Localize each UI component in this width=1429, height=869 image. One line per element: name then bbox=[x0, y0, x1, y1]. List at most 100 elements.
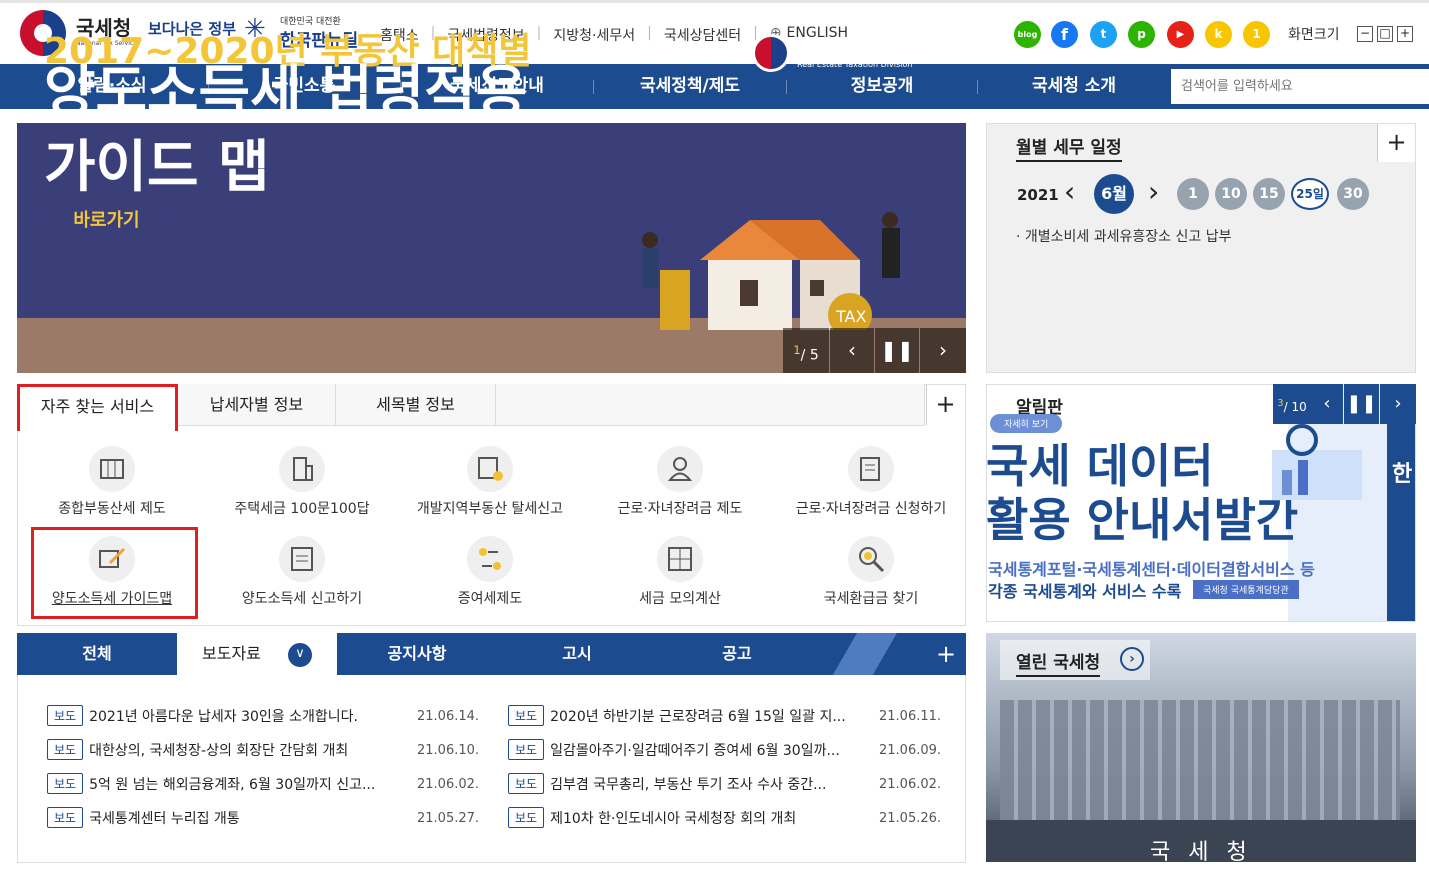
search-input[interactable] bbox=[1171, 69, 1429, 104]
news-title: 제10차 한·인도네시아 국세청장 회의 개최 bbox=[550, 810, 797, 827]
one-icon[interactable]: 1 bbox=[1243, 21, 1270, 48]
building-sign: 국세청 bbox=[1150, 840, 1265, 865]
banner-next-button[interactable]: › bbox=[920, 328, 966, 373]
banner-line2: 양도소득세 법령적용 bbox=[44, 60, 528, 125]
press-badge: 보도 bbox=[508, 705, 545, 726]
press-badge: 보도 bbox=[47, 705, 84, 726]
schedule-day[interactable]: 30 bbox=[1337, 178, 1369, 210]
board-sub-tag: 국세청 국세통계담당관 bbox=[1193, 580, 1299, 599]
news-title: 2021년 아름다운 납세자 30인을 소개합니다. bbox=[89, 708, 358, 725]
news-row[interactable]: 보도 5억 원 넘는 해외금융계좌, 6월 30일까지 신고... bbox=[47, 773, 407, 794]
board-next-button[interactable]: › bbox=[1380, 384, 1416, 424]
schedule-day[interactable]: 15 bbox=[1253, 178, 1285, 210]
service-tax-simulation[interactable]: 세금 모의계산 bbox=[585, 536, 775, 608]
banner-page-indicator: 1/ 5 bbox=[783, 328, 829, 373]
news-more-button[interactable]: + bbox=[926, 633, 966, 675]
schedule-month[interactable]: 6월 bbox=[1094, 174, 1134, 214]
nav-policy[interactable]: 국세정책/제도 bbox=[594, 64, 786, 109]
board-prev-button[interactable]: ‹ bbox=[1311, 384, 1343, 424]
news-row[interactable]: 보도 국세통계센터 누리집 개통 bbox=[47, 807, 407, 828]
open-title[interactable]: 열린 국세청 bbox=[1016, 648, 1101, 677]
board-sub1: 국세통계포털·국세통계센터·데이터결합서비스 등 bbox=[988, 560, 1315, 579]
news-row[interactable]: 보도 2020년 하반기분 근로장려금 6월 15일 일괄 지... bbox=[508, 705, 868, 726]
board-tag[interactable]: 자세히 보기 bbox=[990, 414, 1063, 433]
kakao-icon[interactable]: k bbox=[1205, 21, 1232, 48]
schedule-day-selected[interactable]: 25일 bbox=[1291, 178, 1329, 210]
schedule-day[interactable]: 1 bbox=[1177, 178, 1209, 210]
blog-icon[interactable]: blog bbox=[1014, 21, 1041, 48]
news-row[interactable]: 보도 2021년 아름다운 납세자 30인을 소개합니다. bbox=[47, 705, 467, 726]
news-title: 2020년 하반기분 근로장려금 6월 15일 일괄 지... bbox=[550, 708, 846, 725]
data-illustration-icon bbox=[1272, 424, 1362, 500]
news-tab-all[interactable]: 전체 bbox=[17, 633, 177, 675]
link-offices[interactable]: 지방청·세무서 bbox=[553, 25, 635, 45]
news-tab-press[interactable]: 보도자료 ∨ bbox=[177, 633, 337, 675]
news-date: 21.05.27. bbox=[417, 811, 480, 826]
news-date: 21.06.11. bbox=[879, 709, 942, 724]
news-tab-announcement[interactable]: 공고 bbox=[657, 633, 817, 675]
calculator-coin-icon bbox=[467, 446, 513, 492]
banner-prev-button[interactable]: ‹ bbox=[830, 328, 874, 373]
news-row[interactable]: 보도 대한상의, 국세청장-상의 회장단 간담회 개최 bbox=[47, 739, 467, 760]
press-badge: 보도 bbox=[47, 773, 84, 794]
news-title: 대한상의, 국세청장-상의 회장단 간담회 개최 bbox=[89, 742, 349, 759]
building-photo bbox=[1000, 700, 1400, 840]
youtube-icon[interactable]: ▶ bbox=[1167, 21, 1194, 48]
schedule-prev-month-button[interactable]: ‹ bbox=[1064, 175, 1075, 208]
link-counsel[interactable]: 국세상담센터 bbox=[664, 25, 741, 45]
transfer-people-icon bbox=[467, 536, 513, 582]
schedule-year: 2021 bbox=[1017, 186, 1059, 204]
board-headline1: 국세 데이터 bbox=[986, 439, 1214, 493]
press-badge: 보도 bbox=[47, 807, 84, 828]
tab-frequent-services[interactable]: 자주 찾는 서비스 bbox=[17, 384, 178, 431]
banner-go-button[interactable]: 바로가기 bbox=[44, 203, 169, 239]
nav-disclosure[interactable]: 정보공개 bbox=[787, 64, 977, 109]
chevron-right-icon[interactable]: › bbox=[1120, 647, 1144, 671]
news-date: 21.06.02. bbox=[879, 777, 942, 792]
service-earned-income-credit[interactable]: 근로·자녀장려금 제도 bbox=[585, 446, 775, 518]
service-housing-tax-qa[interactable]: 주택세금 100문100답 bbox=[207, 446, 397, 518]
nav-about[interactable]: 국세청 소개 bbox=[978, 64, 1170, 109]
font-reset-button[interactable]: □ bbox=[1377, 26, 1393, 42]
apartment-icon bbox=[279, 446, 325, 492]
service-label: 국세환급금 찾기 bbox=[823, 591, 919, 607]
banner-pause-button[interactable]: ❚❚ bbox=[875, 328, 919, 373]
twitter-icon[interactable]: t bbox=[1090, 21, 1117, 48]
services-more-button[interactable]: + bbox=[926, 385, 964, 425]
service-comprehensive-realestate[interactable]: 종합부동산세 제도 bbox=[17, 446, 207, 518]
news-title: 김부겸 국무총리, 부동산 투기 조사 수사 중간... bbox=[550, 776, 827, 793]
service-gift-tax[interactable]: 증여세제도 bbox=[395, 536, 585, 608]
font-increase-button[interactable]: + bbox=[1397, 26, 1413, 42]
service-capital-gains-filing[interactable]: 양도소득세 신고하기 bbox=[207, 536, 397, 608]
font-decrease-button[interactable]: − bbox=[1357, 26, 1373, 42]
banner-tax-label: TAX bbox=[835, 307, 866, 326]
board-headline2: 활용 안내서발간 bbox=[986, 493, 1299, 547]
building-doc-icon bbox=[89, 446, 135, 492]
board-pause-button[interactable]: ❚❚ bbox=[1344, 384, 1379, 424]
service-development-evasion-report[interactable]: 개발지역부동산 탈세신고 bbox=[395, 446, 585, 518]
service-capital-gains-guide[interactable]: 양도소득세 가이드맵 bbox=[17, 536, 207, 608]
service-earned-income-apply[interactable]: 근로·자녀장려금 신청하기 bbox=[776, 446, 966, 518]
schedule-next-month-button[interactable]: › bbox=[1148, 175, 1159, 208]
board-edge-text: 한 bbox=[1392, 462, 1413, 487]
news-row[interactable]: 보도 김부겸 국무총리, 부동산 투기 조사 수사 중간... bbox=[508, 773, 868, 794]
tab-taxpayer-info[interactable]: 납세자별 정보 bbox=[178, 384, 336, 426]
facebook-icon[interactable]: f bbox=[1051, 21, 1078, 48]
schedule-day[interactable]: 10 bbox=[1215, 178, 1247, 210]
schedule-title[interactable]: 월별 세무 일정 bbox=[1016, 133, 1122, 162]
news-row[interactable]: 보도 일감몰아주기·일감떼어주기 증여세 6월 30일까... bbox=[508, 739, 868, 760]
news-tab-public-notice[interactable]: 고시 bbox=[497, 633, 657, 675]
news-tab-notice[interactable]: 공지사항 bbox=[337, 633, 497, 675]
press-badge: 보도 bbox=[508, 773, 545, 794]
news-date: 21.06.02. bbox=[417, 777, 480, 792]
service-label: 세금 모의계산 bbox=[639, 591, 721, 607]
schedule-more-button[interactable]: + bbox=[1377, 124, 1415, 162]
banner-line3: 가이드 맵 bbox=[44, 135, 270, 200]
schedule-item[interactable]: · 개별소비세 과세유흥장소 신고 납부 bbox=[1016, 226, 1231, 246]
tab-tax-item-info[interactable]: 세목별 정보 bbox=[336, 384, 496, 426]
service-tax-refund-search[interactable]: 국세환급금 찾기 bbox=[776, 536, 966, 608]
news-row[interactable]: 보도 제10차 한·인도네시아 국세청장 회의 개최 bbox=[508, 807, 868, 828]
person-icon bbox=[657, 446, 703, 492]
post-icon[interactable]: p bbox=[1128, 21, 1155, 48]
magnifier-coin-icon bbox=[848, 536, 894, 582]
